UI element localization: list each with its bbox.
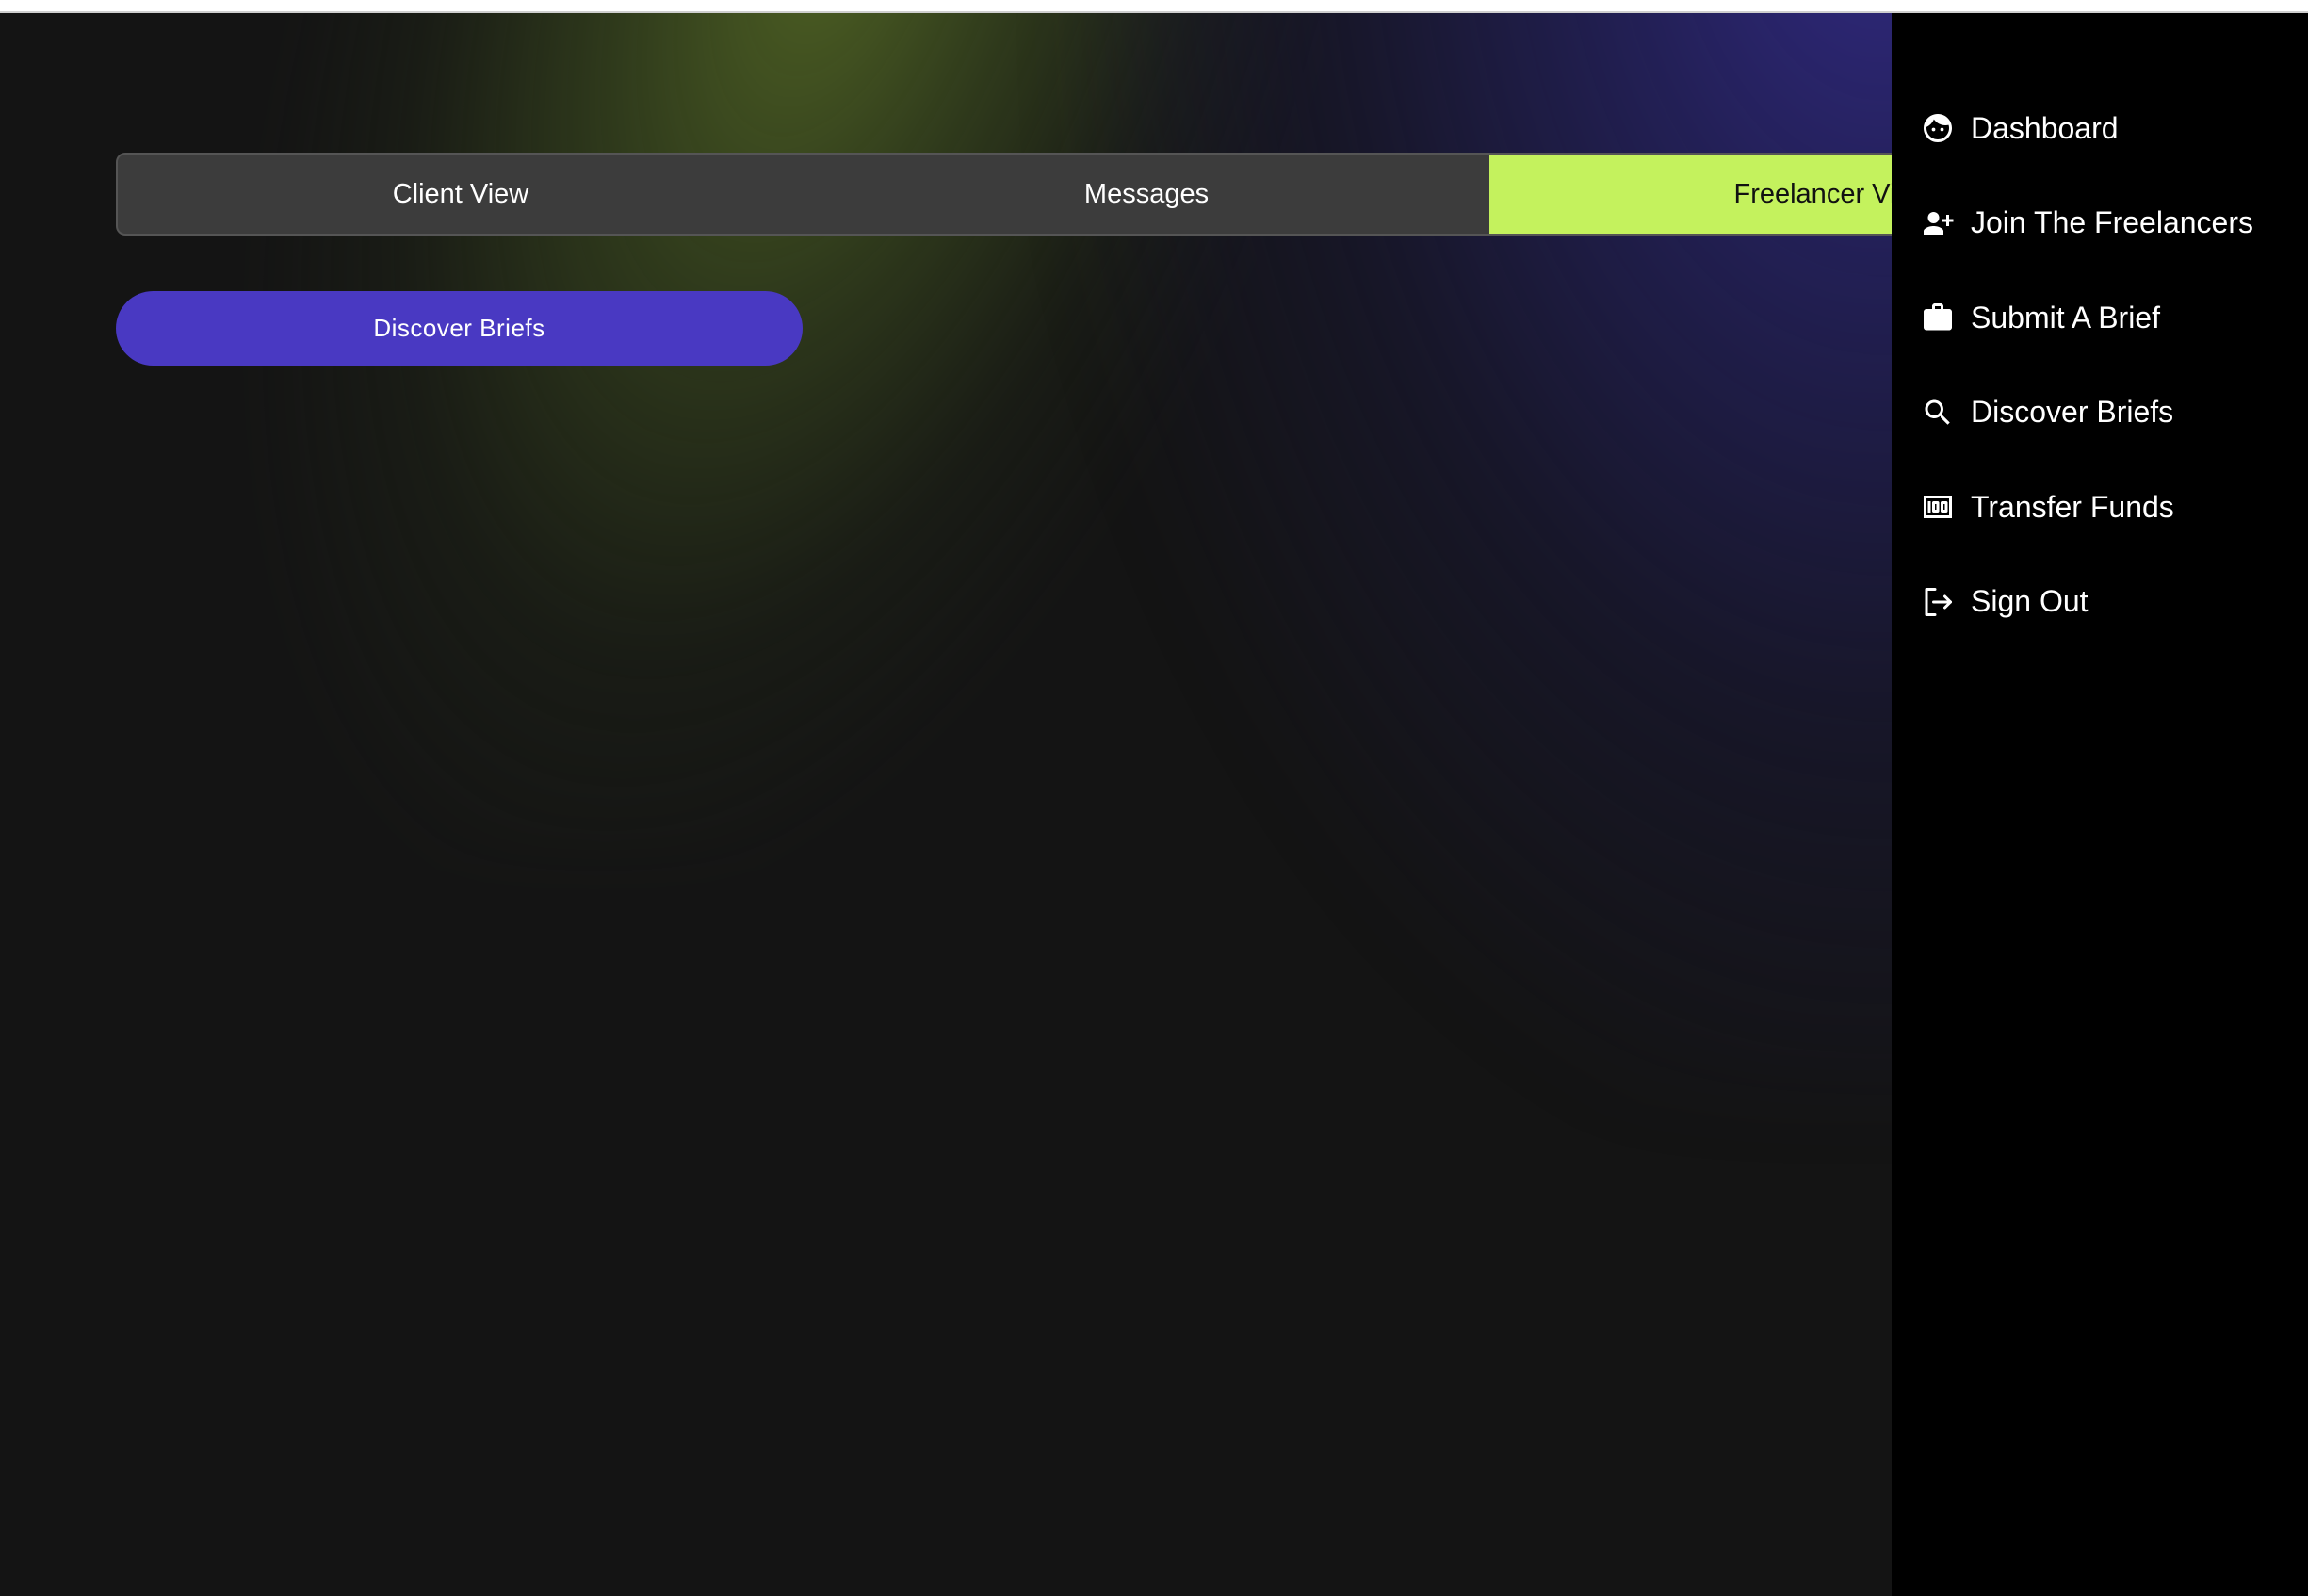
menu-item-dashboard[interactable]: Dashboard (1920, 81, 2253, 176)
browser-top-strip (0, 0, 2308, 13)
menu-item-label: Join The Freelancers (1971, 205, 2253, 240)
discover-briefs-button[interactable]: Discover Briefs (116, 291, 803, 366)
money-icon (1920, 489, 1956, 525)
view-tabs: Client View Messages Freelancer View (116, 153, 2188, 236)
menu-item-label: Submit A Brief (1971, 300, 2160, 334)
tab-client-view[interactable]: Client View (118, 155, 804, 234)
menu-item-submit-brief[interactable]: Submit A Brief (1920, 270, 2253, 366)
face-icon (1920, 110, 1956, 146)
menu-item-join-freelancers[interactable]: Join The Freelancers (1920, 176, 2253, 271)
search-icon (1920, 395, 1956, 431)
sign-out-icon (1920, 584, 1956, 620)
menu-item-discover-briefs[interactable]: Discover Briefs (1920, 366, 2253, 461)
side-menu: Dashboard Join The Freelancers Submit A … (1892, 13, 2308, 1596)
menu-item-sign-out[interactable]: Sign Out (1920, 555, 2253, 650)
menu-item-label: Discover Briefs (1971, 395, 2174, 430)
side-menu-list: Dashboard Join The Freelancers Submit A … (1920, 81, 2253, 649)
person-add-icon (1920, 205, 1956, 241)
menu-item-label: Dashboard (1971, 110, 2119, 145)
briefcase-icon (1920, 300, 1956, 335)
tab-messages[interactable]: Messages (804, 155, 1489, 234)
menu-item-label: Transfer Funds (1971, 489, 2174, 524)
menu-item-transfer-funds[interactable]: Transfer Funds (1920, 460, 2253, 555)
menu-item-label: Sign Out (1971, 584, 2089, 619)
